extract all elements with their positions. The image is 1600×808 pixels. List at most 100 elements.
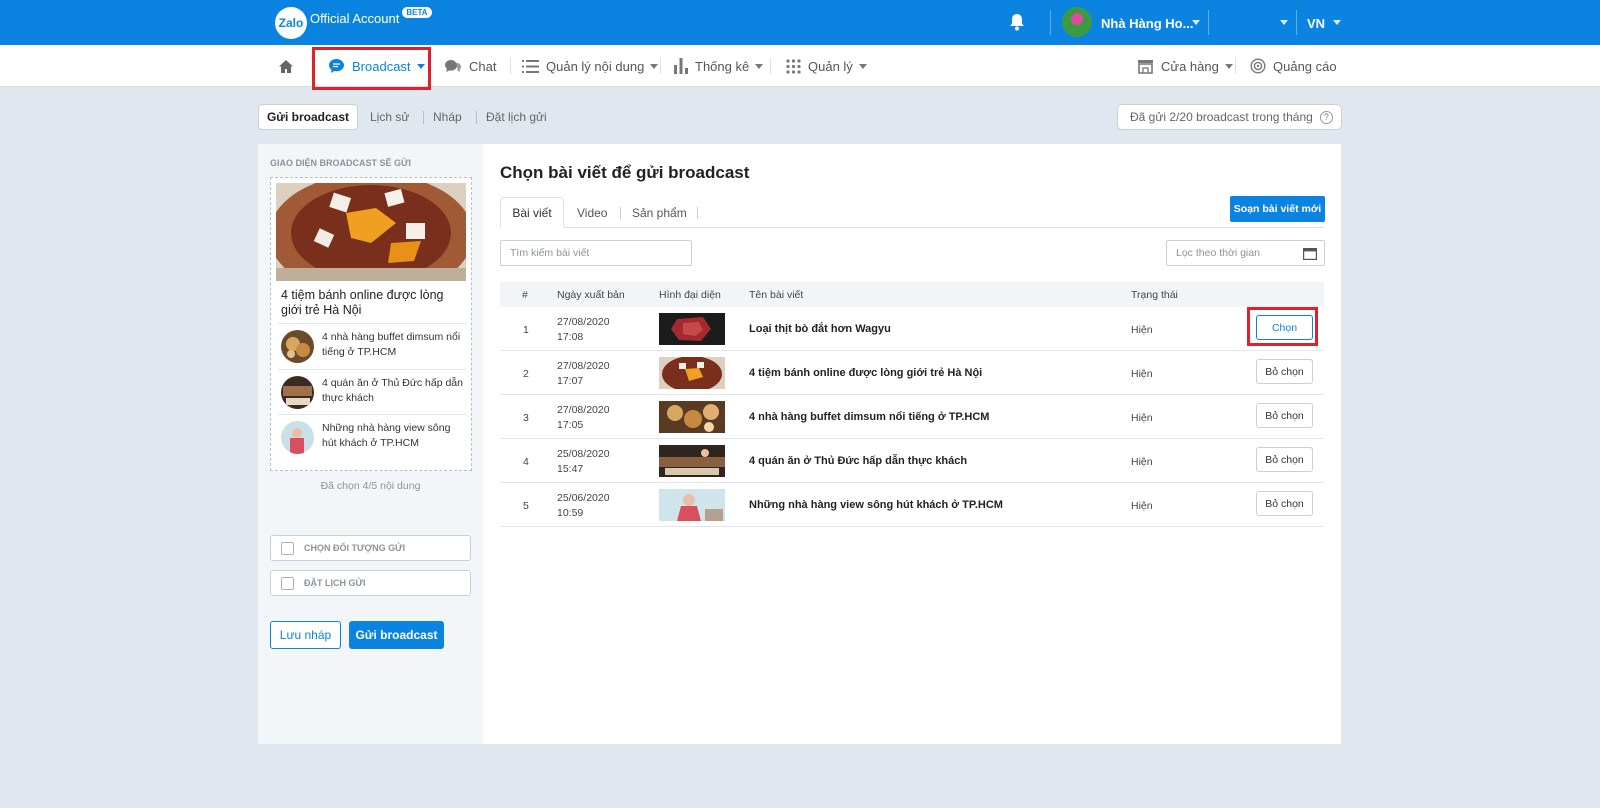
row-title[interactable]: Loại thịt bò đắt hơn Wagyu bbox=[749, 323, 891, 335]
nav-chat-label: Chat bbox=[469, 58, 497, 74]
nav-bar: Broadcast Chat Quản lý nội dung Thống kê… bbox=[0, 45, 1600, 87]
broadcast-highlight bbox=[312, 47, 431, 90]
divider bbox=[770, 58, 771, 74]
preview-list-item: 4 nhà hàng buffet dimsum nổi tiếng ở TP.… bbox=[278, 323, 466, 368]
store-icon bbox=[1137, 59, 1154, 74]
row-number: 2 bbox=[523, 368, 529, 380]
chevron-down-icon[interactable] bbox=[1333, 20, 1341, 25]
divider bbox=[697, 207, 698, 219]
bell-icon[interactable] bbox=[1007, 12, 1027, 32]
divider bbox=[1296, 10, 1297, 35]
row-number: 5 bbox=[523, 500, 529, 512]
preview-item-text: Những nhà hàng view sông hút khách ở TP.… bbox=[322, 422, 451, 449]
row-time: 10:59 bbox=[557, 507, 584, 519]
chevron-down-icon[interactable] bbox=[1192, 20, 1200, 25]
zalo-logo[interactable]: Zalo Official Account BETA bbox=[275, 6, 432, 39]
table-row: 2 27/08/2020 17:07 4 tiệm bánh online đư… bbox=[500, 351, 1324, 395]
row-time: 17:05 bbox=[557, 419, 584, 431]
row-status: Hiện bbox=[1131, 412, 1153, 424]
nav-chat[interactable]: Chat bbox=[444, 45, 496, 87]
chat-icon bbox=[444, 58, 462, 74]
post-thumbnail bbox=[659, 445, 725, 477]
nav-stats[interactable]: Thống kê bbox=[674, 45, 764, 87]
nav-stats-label: Thống kê bbox=[695, 58, 750, 74]
divider bbox=[660, 58, 661, 74]
preview-title: GIAO DIỆN BROADCAST SẼ GỬI bbox=[270, 158, 411, 168]
preview-thumbnail bbox=[281, 330, 314, 363]
chevron-down-icon bbox=[1224, 63, 1233, 69]
row-title[interactable]: 4 quán ăn ở Thủ Đức hấp dẫn thực khách bbox=[749, 455, 967, 467]
preview-list-item: 4 quán ăn ở Thủ Đức hấp dẫn thực khách bbox=[278, 369, 466, 414]
deselect-button[interactable]: Bỏ chọn bbox=[1256, 447, 1313, 472]
table-header: # Ngày xuất bản Hình đại diện Tên bài vi… bbox=[500, 282, 1324, 307]
date-filter-label: Lọc theo thời gian bbox=[1176, 247, 1260, 259]
nav-ads[interactable]: Quảng cáo bbox=[1250, 45, 1337, 87]
save-draft-button[interactable]: Lưu nháp bbox=[270, 621, 341, 649]
tab-history[interactable]: Lịch sử bbox=[370, 110, 409, 124]
preview-cover-image bbox=[276, 183, 466, 281]
col-publish-date: Ngày xuất bản bbox=[557, 289, 625, 301]
row-number: 1 bbox=[523, 324, 529, 336]
tab-schedule[interactable]: Đặt lịch gửi bbox=[486, 110, 547, 124]
row-title[interactable]: 4 tiệm bánh online được lòng giới trẻ Hà… bbox=[749, 367, 982, 379]
grid-icon bbox=[786, 58, 801, 74]
date-filter[interactable]: Lọc theo thời gian bbox=[1166, 240, 1325, 266]
tab-draft[interactable]: Nháp bbox=[433, 110, 462, 124]
nav-content-label: Quản lý nội dung bbox=[546, 58, 645, 74]
schedule-checkbox[interactable] bbox=[281, 576, 294, 590]
tab-send-broadcast[interactable]: Gửi broadcast bbox=[258, 104, 358, 130]
chosen-count: Đã chọn 4/5 nội dung bbox=[320, 480, 421, 492]
row-date: 27/08/2020 bbox=[557, 316, 610, 328]
divider bbox=[620, 207, 621, 219]
tab-posts[interactable]: Bài viết bbox=[500, 197, 564, 228]
shop-name[interactable]: Nhà Hàng Ho... bbox=[1101, 16, 1193, 31]
calendar-icon bbox=[1303, 248, 1317, 260]
col-number: # bbox=[522, 289, 528, 301]
nav-store[interactable]: Cửa hàng bbox=[1137, 45, 1233, 87]
divider bbox=[1235, 58, 1236, 74]
row-time: 17:08 bbox=[557, 331, 584, 343]
row-status: Hiện bbox=[1131, 368, 1153, 380]
chevron-down-icon[interactable] bbox=[1280, 20, 1288, 25]
preview-headline: 4 tiệm bánh online được lòng giới trẻ Hà… bbox=[281, 288, 444, 317]
post-thumbnail bbox=[659, 489, 725, 521]
tab-video[interactable]: Video bbox=[577, 206, 607, 220]
top-bar: Zalo Official Account BETA Nhà Hàng Ho..… bbox=[0, 0, 1600, 45]
schedule-option[interactable]: ĐẶT LỊCH GỬI bbox=[270, 570, 471, 596]
preview-item-text: 4 nhà hàng buffet dimsum nổi tiếng ở TP.… bbox=[322, 331, 461, 358]
divider bbox=[1050, 10, 1051, 35]
row-time: 15:47 bbox=[557, 463, 584, 475]
nav-content[interactable]: Quản lý nội dung bbox=[522, 45, 659, 87]
nav-ads-label: Quảng cáo bbox=[1273, 58, 1337, 74]
row-title[interactable]: Những nhà hàng view sông hút khách ở TP.… bbox=[749, 499, 1003, 511]
table-row: 1 27/08/2020 17:08 Loại thịt bò đắt hơn … bbox=[500, 307, 1324, 351]
target-icon bbox=[1250, 58, 1266, 74]
audience-checkbox[interactable] bbox=[281, 541, 294, 555]
row-time: 17:07 bbox=[557, 375, 584, 387]
search-input[interactable] bbox=[500, 240, 692, 266]
preview-thumbnail bbox=[281, 376, 314, 409]
logo-text: Official Account bbox=[310, 10, 400, 26]
nav-store-label: Cửa hàng bbox=[1161, 58, 1219, 74]
quota-text: Đã gửi 2/20 broadcast trong tháng bbox=[1130, 110, 1313, 124]
avatar[interactable] bbox=[1062, 7, 1092, 37]
deselect-button[interactable]: Bỏ chọn bbox=[1256, 491, 1313, 516]
row-status: Hiện bbox=[1131, 500, 1153, 512]
new-post-button[interactable]: Soạn bài viết mới bbox=[1230, 196, 1325, 222]
row-title[interactable]: 4 nhà hàng buffet dimsum nổi tiếng ở TP.… bbox=[749, 411, 989, 423]
row-number: 4 bbox=[523, 456, 529, 468]
table-row: 5 25/06/2020 10:59 Những nhà hàng view s… bbox=[500, 483, 1324, 527]
language-selector[interactable]: VN bbox=[1307, 16, 1325, 31]
post-thumbnail bbox=[659, 357, 725, 389]
tab-products[interactable]: Sản phẩm bbox=[632, 206, 687, 220]
deselect-button[interactable]: Bỏ chọn bbox=[1256, 403, 1313, 428]
deselect-button[interactable]: Bỏ chọn bbox=[1256, 359, 1313, 384]
nav-manage[interactable]: Quản lý bbox=[786, 45, 867, 87]
preview-list-item: Những nhà hàng view sông hút khách ở TP.… bbox=[278, 414, 466, 459]
home-button[interactable] bbox=[278, 45, 294, 87]
audience-option[interactable]: CHỌN ĐỐI TƯỢNG GỬI bbox=[270, 535, 471, 561]
send-broadcast-button[interactable]: Gửi broadcast bbox=[349, 621, 444, 649]
row-status: Hiện bbox=[1131, 456, 1153, 468]
divider bbox=[476, 111, 477, 124]
help-icon[interactable]: ? bbox=[1319, 110, 1333, 124]
